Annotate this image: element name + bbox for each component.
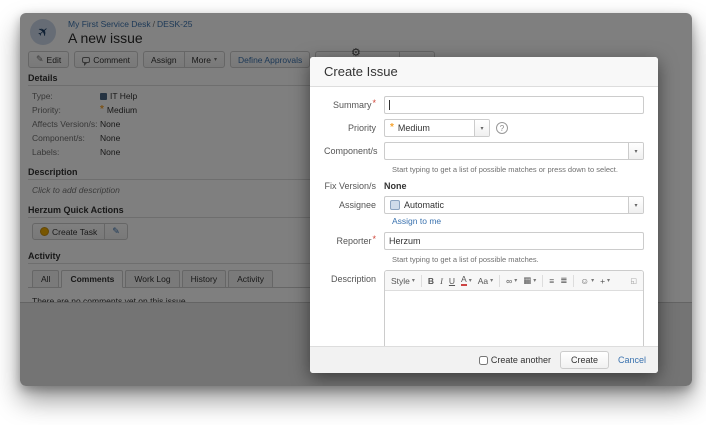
dialog-title: Create Issue: [324, 64, 398, 79]
description-textarea[interactable]: [385, 291, 643, 346]
create-button[interactable]: Create: [560, 351, 609, 369]
priority-medium-icon: *: [390, 125, 394, 131]
components-label: Component/s: [324, 146, 384, 156]
fix-versions-label: Fix Version/s: [324, 181, 384, 191]
chevron-down-icon: ▾: [533, 277, 536, 284]
components-picker: ▾: [384, 142, 644, 160]
text-color-icon: A: [461, 275, 467, 286]
chevron-down-icon: ▾: [469, 277, 472, 284]
summary-label: Summary*: [324, 100, 384, 110]
numbered-list-button[interactable]: ≣: [560, 275, 567, 286]
create-another-option: Create another: [479, 355, 551, 365]
components-row: Component/s ▾: [324, 142, 644, 160]
priority-select[interactable]: * Medium ▾: [384, 119, 490, 137]
style-dropdown[interactable]: Style ▾: [391, 276, 415, 286]
help-icon[interactable]: ?: [496, 122, 508, 134]
assignee-label: Assignee: [324, 200, 384, 210]
chevron-down-icon: ▾: [514, 277, 517, 284]
reporter-label-text: Reporter: [336, 236, 371, 246]
text-cursor: [389, 100, 390, 110]
emoji-icon: ☺: [580, 276, 589, 286]
image-dropdown[interactable]: ▦ ▾: [523, 275, 536, 286]
fix-versions-row: Fix Version/s None: [324, 180, 644, 191]
style-dropdown-label: Style: [391, 276, 410, 286]
underline-button[interactable]: U: [449, 276, 455, 286]
more-formatting-icon: Aa: [478, 276, 488, 286]
required-asterisk: *: [372, 98, 376, 108]
toolbar-divider: [573, 275, 574, 287]
priority-row: Priority * Medium ▾ ?: [324, 119, 644, 137]
bold-button[interactable]: B: [428, 276, 434, 286]
assign-to-me-wrap: Assign to me: [392, 216, 644, 226]
expand-editor-icon[interactable]: ◱: [630, 277, 637, 285]
chevron-down-icon: ▾: [412, 277, 415, 284]
chevron-down-icon[interactable]: ▾: [474, 120, 489, 136]
fix-versions-value: None: [384, 180, 407, 191]
create-another-checkbox[interactable]: [479, 356, 488, 365]
toolbar-divider: [421, 275, 422, 287]
reporter-input[interactable]: [384, 232, 644, 250]
italic-button[interactable]: I: [440, 276, 443, 286]
summary-label-text: Summary: [333, 100, 372, 110]
dialog-footer: Create another Create Cancel: [310, 346, 658, 373]
text-color-dropdown[interactable]: A ▾: [461, 275, 472, 286]
toolbar-divider: [499, 275, 500, 287]
description-editor: Style ▾ B I U A ▾ Aa ▾: [384, 270, 644, 346]
chevron-down-icon: ▾: [607, 277, 610, 284]
summary-row: Summary*: [324, 96, 644, 114]
components-help-text: Start typing to get a list of possible m…: [392, 165, 644, 174]
chevron-down-icon: ▾: [591, 277, 594, 284]
bullet-list-button[interactable]: ≡: [549, 276, 554, 286]
priority-label: Priority: [324, 123, 384, 133]
more-formatting-dropdown[interactable]: Aa ▾: [478, 276, 493, 286]
description-label: Description: [324, 270, 384, 284]
chevron-down-icon: ▾: [490, 277, 493, 284]
insert-more-dropdown[interactable]: + ▾: [600, 276, 610, 286]
reporter-label: Reporter*: [324, 236, 384, 246]
image-icon: ▦: [523, 275, 531, 286]
summary-input-wrap: [384, 96, 644, 114]
assignee-select[interactable]: Automatic ▾: [384, 196, 644, 214]
priority-value-text: Medium: [398, 123, 430, 133]
assign-to-me-link[interactable]: Assign to me: [392, 216, 441, 226]
required-asterisk: *: [372, 234, 376, 244]
link-icon: ∞: [506, 276, 512, 286]
cancel-link[interactable]: Cancel: [618, 355, 646, 365]
reporter-help-text: Start typing to get a list of possible m…: [392, 255, 644, 264]
toolbar-divider: [542, 275, 543, 287]
assignee-row: Assignee Automatic ▾: [324, 196, 644, 214]
dialog-header: Create Issue: [310, 57, 658, 87]
link-dropdown[interactable]: ∞ ▾: [506, 276, 517, 286]
emoji-dropdown[interactable]: ☺ ▾: [580, 276, 594, 286]
create-issue-dialog: Create Issue Summary* Priority * Medium …: [310, 57, 658, 373]
summary-input[interactable]: [384, 96, 644, 114]
chevron-down-icon[interactable]: ▾: [628, 143, 643, 159]
plus-icon: +: [600, 276, 605, 286]
avatar-icon: [390, 200, 400, 210]
assignee-value-text: Automatic: [404, 200, 444, 210]
screenshot-frame: ✈ My First Service Desk/DESK-25 A new is…: [20, 13, 692, 386]
reporter-row: Reporter*: [324, 232, 644, 250]
priority-selected-value: * Medium: [385, 120, 474, 136]
chevron-down-icon[interactable]: ▾: [628, 197, 643, 213]
description-row: Description Style ▾ B I U A ▾: [324, 270, 644, 346]
dialog-body: Summary* Priority * Medium ▾ ? C: [310, 87, 658, 346]
editor-toolbar: Style ▾ B I U A ▾ Aa ▾: [385, 271, 643, 291]
assignee-selected-value: Automatic: [385, 197, 628, 213]
create-another-label: Create another: [491, 355, 551, 365]
components-input[interactable]: [385, 143, 628, 159]
